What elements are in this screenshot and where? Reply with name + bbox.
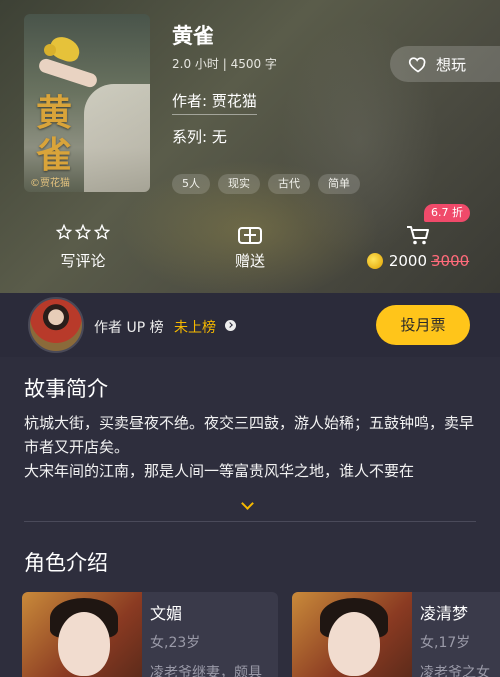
monthly-vote-button[interactable]: 投月票 (376, 305, 470, 345)
role-card[interactable]: 凌清梦 女,17岁 凌老爷之女 (292, 592, 500, 677)
cover-title: 黄雀 (36, 92, 73, 176)
tag[interactable]: 5人 (172, 174, 210, 194)
book-title: 黄雀 (172, 24, 214, 48)
book-series: 系列: 无 (172, 128, 227, 146)
book-cover[interactable]: 黄雀 ©贾花猫 (24, 14, 150, 192)
want-to-play-button[interactable]: 想玩 (390, 46, 500, 82)
role-portrait (22, 592, 142, 677)
role-name: 凌清梦 (420, 604, 469, 623)
tag[interactable]: 古代 (268, 174, 310, 194)
price: 2000 (388, 252, 427, 270)
book-header: 黄雀 ©贾花猫 黄雀 2.0 小时 | 4500 字 作者: 贾花猫 系列: 无… (0, 0, 500, 293)
divider (24, 521, 476, 522)
role-gender-age: 女,23岁 (150, 635, 201, 651)
gift-button[interactable]: 赠送 (222, 224, 278, 271)
write-review-label: 写评论 (60, 252, 106, 270)
intro-text: 杭城大街，买卖昼夜不绝。夜交三四鼓，游人始稀；五鼓钟鸣，卖早市者又开店矣。 大宋… (24, 411, 476, 483)
tag-list: 5人 现实 古代 简单 (172, 174, 360, 194)
purchase-button[interactable]: 2000 3000 (352, 224, 484, 270)
author-avatar[interactable] (28, 297, 84, 353)
gift-label: 赠送 (234, 252, 265, 270)
star-outline-icon (94, 224, 110, 240)
book-author-link[interactable]: 作者: 贾花猫 (172, 90, 257, 115)
chevron-right-icon[interactable] (225, 320, 236, 331)
heart-outline-icon (408, 57, 426, 73)
cover-bird-head-art (44, 44, 56, 56)
rating-stars (50, 224, 116, 244)
tag[interactable]: 简单 (318, 174, 360, 194)
write-review-button[interactable]: 写评论 (50, 224, 116, 271)
role-description: 凌老爷之女 (420, 665, 490, 677)
detail-content: 故事简介 杭城大街，买卖昼夜不绝。夜交三四鼓，游人始稀；五鼓钟鸣，卖早市者又开店… (0, 357, 500, 677)
rank-status[interactable]: 未上榜 (174, 317, 216, 337)
rank-label: 作者 UP 榜 (94, 320, 164, 336)
role-card[interactable]: 文媚 女,23岁 凌老爷继妻，颇具 (22, 592, 278, 677)
discount-badge: 6.7 折 (424, 204, 470, 222)
author-rank-bar: 作者 UP 榜 未上榜 投月票 (0, 293, 500, 357)
intro-text-body: 杭城大街，买卖昼夜不绝。夜交三四鼓，游人始稀；五鼓钟鸣，卖早市者又开店矣。 大宋… (24, 414, 475, 480)
roles-title: 角色介绍 (24, 551, 108, 575)
role-description: 凌老爷继妻，颇具 (150, 665, 262, 677)
role-portrait (292, 592, 412, 677)
original-price: 3000 (431, 252, 470, 270)
chevron-down-icon[interactable] (241, 497, 254, 510)
cart-icon (407, 226, 429, 245)
role-name: 文媚 (150, 604, 183, 623)
coin-icon (366, 253, 383, 269)
role-gender-age: 女,17岁 (420, 635, 471, 651)
cover-hand-art (37, 57, 99, 89)
want-to-play-label: 想玩 (436, 55, 467, 74)
cover-sleeve-art (84, 84, 150, 192)
intro-title: 故事简介 (24, 377, 108, 401)
tag[interactable]: 现实 (218, 174, 260, 194)
role-face-art (328, 612, 380, 676)
star-outline-icon (75, 224, 91, 240)
role-face-art (58, 612, 110, 676)
star-outline-icon (56, 224, 72, 240)
gift-icon (238, 227, 262, 244)
cover-author: ©贾花猫 (30, 178, 70, 189)
book-meta: 2.0 小时 | 4500 字 (172, 57, 277, 71)
